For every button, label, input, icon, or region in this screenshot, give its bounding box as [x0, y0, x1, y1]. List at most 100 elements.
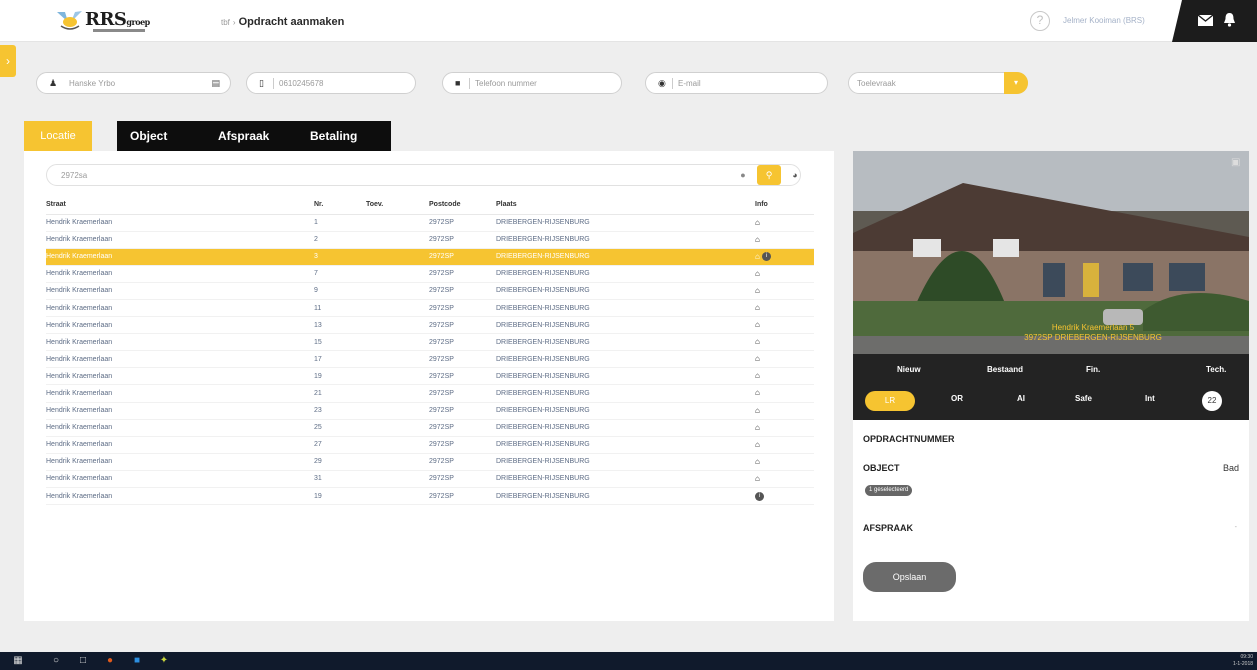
pill-ai[interactable]: AI — [1017, 394, 1025, 403]
info-icon[interactable]: i — [755, 491, 764, 501]
table-row[interactable]: Hendrik Kraemerlaan 21 2972SP DRIEBERGEN-RI… — [46, 384, 814, 403]
table-row[interactable]: Hendrik Kraemerlaan 23 2972SP DRIEBERGEN-RI… — [46, 402, 814, 420]
name-field[interactable]: ♟ Hanske Yrbo ▤ — [36, 72, 231, 94]
house-icon[interactable]: ⌂ — [755, 372, 762, 380]
table-row[interactable]: Hendrik Kraemerlaan 9 2972SP DRIEBERGEN-RIJ… — [46, 282, 814, 300]
search-icon[interactable]: ⚲ — [757, 165, 781, 185]
table-row[interactable]: Hendrik Kraemerlaan 7 2972SP DRIEBERGEN-RIJ… — [46, 265, 814, 283]
type-select[interactable]: Toelevraak ▾ — [848, 72, 1028, 94]
cell-info[interactable]: ⌂ — [755, 470, 814, 489]
cell-info[interactable]: ⌂ — [755, 384, 814, 403]
cell-info[interactable]: i — [755, 487, 814, 506]
house-icon[interactable]: ⌂ — [755, 457, 762, 466]
house-icon[interactable]: ⌂ — [755, 235, 762, 244]
sidebar-toggle-button[interactable]: › — [0, 45, 16, 77]
app-icon[interactable]: ■ — [131, 655, 143, 667]
table-row[interactable]: Hendrik Kraemerlaan 13 2972SP DRIEBERGEN-RI… — [46, 316, 814, 335]
table-row[interactable]: Hendrik Kraemerlaan 27 2972SP DRIEBERGEN-RI… — [46, 436, 814, 454]
cell-info[interactable]: ⌂ — [755, 231, 814, 249]
pill-safe[interactable]: Safe — [1075, 394, 1092, 403]
brs-logo[interactable]: RRSgroep — [55, 6, 155, 36]
table-row[interactable]: Hendrik Kraemerlaan 29 2972SP DRIEBERGEN-RI… — [46, 453, 814, 471]
cell-info[interactable]: ⌂ — [755, 436, 814, 454]
table-row[interactable]: Hendrik Kraemerlaan 11 2972SP DRIEBERGEN-RI… — [46, 299, 814, 318]
comment-icon[interactable]: ● — [733, 165, 753, 185]
pill-count[interactable]: 22 — [1202, 391, 1222, 411]
pill-int[interactable]: Int — [1145, 394, 1155, 403]
category-bestaand[interactable]: Bestaand — [987, 365, 1023, 374]
house-icon[interactable]: ⌂ — [755, 321, 762, 329]
category-nieuw[interactable]: Nieuw — [897, 365, 921, 374]
table-row[interactable]: Hendrik Kraemerlaan 17 2972SP DRIEBERGEN-RI… — [46, 350, 814, 369]
table-row[interactable]: Hendrik Kraemerlaan 25 2972SP DRIEBERGEN-RI… — [46, 419, 814, 437]
house-icon[interactable]: ⌂ — [755, 218, 762, 227]
table-row[interactable]: Hendrik Kraemerlaan 19 2972SP DRIEBERGEN-RI… — [46, 367, 814, 386]
tab-locatie[interactable]: Locatie — [24, 121, 92, 151]
cell-info[interactable]: ⌂ — [755, 265, 814, 283]
house-icon[interactable]: ⌂ — [755, 338, 762, 346]
chevron-down-icon[interactable]: ▾ — [1004, 72, 1028, 94]
cell-info[interactable]: ⌂ — [755, 453, 814, 471]
expand-icon[interactable]: ▣ — [1231, 157, 1243, 169]
street-view-photo[interactable]: Hendrik Kraemerlaan 5 3972SP DRIEBERGEN-… — [853, 151, 1249, 354]
customer-fields-row: ♟ Hanske Yrbo ▤ ▯ 0610245678 ■ Telefoon … — [24, 60, 1257, 106]
category-fin[interactable]: Fin. — [1086, 365, 1100, 374]
column-header-postcode[interactable]: Postcode — [429, 196, 496, 215]
user-name[interactable]: Jelmer Kooiman (BRS) — [1063, 16, 1171, 25]
house-icon[interactable]: ⌂ — [755, 406, 762, 415]
cell-info[interactable]: ⌂ — [755, 350, 814, 369]
table-row[interactable]: Hendrik Kraemerlaan 15 2972SP DRIEBERGEN-RI… — [46, 333, 814, 352]
address-search-input[interactable]: 2972sa — [46, 164, 801, 186]
browser-icon[interactable]: ● — [104, 655, 116, 667]
contact-card-icon[interactable]: ▤ — [211, 78, 220, 89]
tab-afspraak[interactable]: Afspraak — [210, 121, 298, 151]
cell-info[interactable]: ⌂ — [755, 367, 814, 386]
help-icon[interactable]: ? — [1030, 11, 1050, 31]
pinned-app-icon[interactable]: ✦ — [158, 655, 170, 667]
house-icon[interactable]: ⌂ — [755, 355, 762, 363]
breadcrumb-root[interactable]: tbf — [221, 18, 230, 27]
table-row[interactable]: Hendrik Kraemerlaan 1 2972SP DRIEBERGEN-RIJ… — [46, 214, 814, 232]
phone-field[interactable]: ▯ 0610245678 — [246, 72, 416, 94]
save-button[interactable]: Opslaan — [863, 562, 956, 592]
email-field[interactable]: ◉ E-mail — [645, 72, 828, 94]
mail-icon[interactable] — [1198, 15, 1213, 26]
table-row[interactable]: Hendrik Kraemerlaan 3 2972SP DRIEBERGEN-RIJ… — [46, 248, 814, 266]
house-icon[interactable]: ⌂ — [755, 269, 762, 278]
cell-info[interactable]: ⌂ — [755, 214, 814, 232]
table-row[interactable]: Hendrik Kraemerlaan 31 2972SP DRIEBERGEN-RI… — [46, 470, 814, 489]
house-icon[interactable]: ⌂ — [755, 252, 762, 261]
pill-or[interactable]: OR — [951, 394, 963, 403]
cell-info[interactable]: ⌂ — [755, 316, 814, 335]
search-taskbar-icon[interactable]: ○ — [50, 655, 62, 667]
tab-betaling[interactable]: Betaling — [298, 121, 391, 151]
house-icon[interactable]: ⌂ — [755, 440, 762, 449]
taskbar-clock[interactable]: 09:30 1-1-2018 — [1233, 654, 1253, 668]
cell-info[interactable]: ⌂ — [755, 299, 814, 318]
column-header-nr[interactable]: Nr. — [314, 196, 366, 215]
cell-info[interactable]: ⌂ — [755, 282, 814, 300]
phone2-field[interactable]: ■ Telefoon nummer — [442, 72, 622, 94]
house-icon[interactable]: ⌂ — [755, 474, 762, 483]
task-view-icon[interactable]: □ — [77, 655, 89, 667]
house-icon[interactable]: ⌂ — [755, 389, 762, 397]
column-header-straat[interactable]: Straat — [46, 196, 314, 215]
cell-info[interactable]: ⌂ — [755, 419, 814, 437]
cell-info[interactable]: ⌂ — [755, 402, 814, 420]
cell-info[interactable]: ⌂ i — [755, 248, 814, 266]
windows-start-icon[interactable]: ▦ — [12, 655, 24, 667]
bell-icon[interactable] — [1223, 12, 1236, 27]
info-icon[interactable]: i — [762, 252, 771, 262]
table-row[interactable]: Hendrik Kraemerlaan 19 2972SP DRIEBERGEN-RI… — [46, 487, 814, 506]
column-header-plaats[interactable]: Plaats — [496, 196, 755, 215]
column-header-toev[interactable]: Toev. — [366, 196, 429, 215]
house-icon[interactable]: ⌂ — [755, 304, 762, 312]
house-icon[interactable]: ⌂ — [755, 286, 762, 295]
category-tech[interactable]: Tech. — [1206, 365, 1226, 374]
tab-object[interactable]: Object — [117, 121, 210, 151]
globe-icon[interactable]: ◕ — [785, 165, 805, 185]
pill-lr[interactable]: LR — [865, 391, 915, 411]
house-icon[interactable]: ⌂ — [755, 423, 762, 432]
table-row[interactable]: Hendrik Kraemerlaan 2 2972SP DRIEBERGEN-RIJ… — [46, 231, 814, 249]
cell-info[interactable]: ⌂ — [755, 333, 814, 352]
